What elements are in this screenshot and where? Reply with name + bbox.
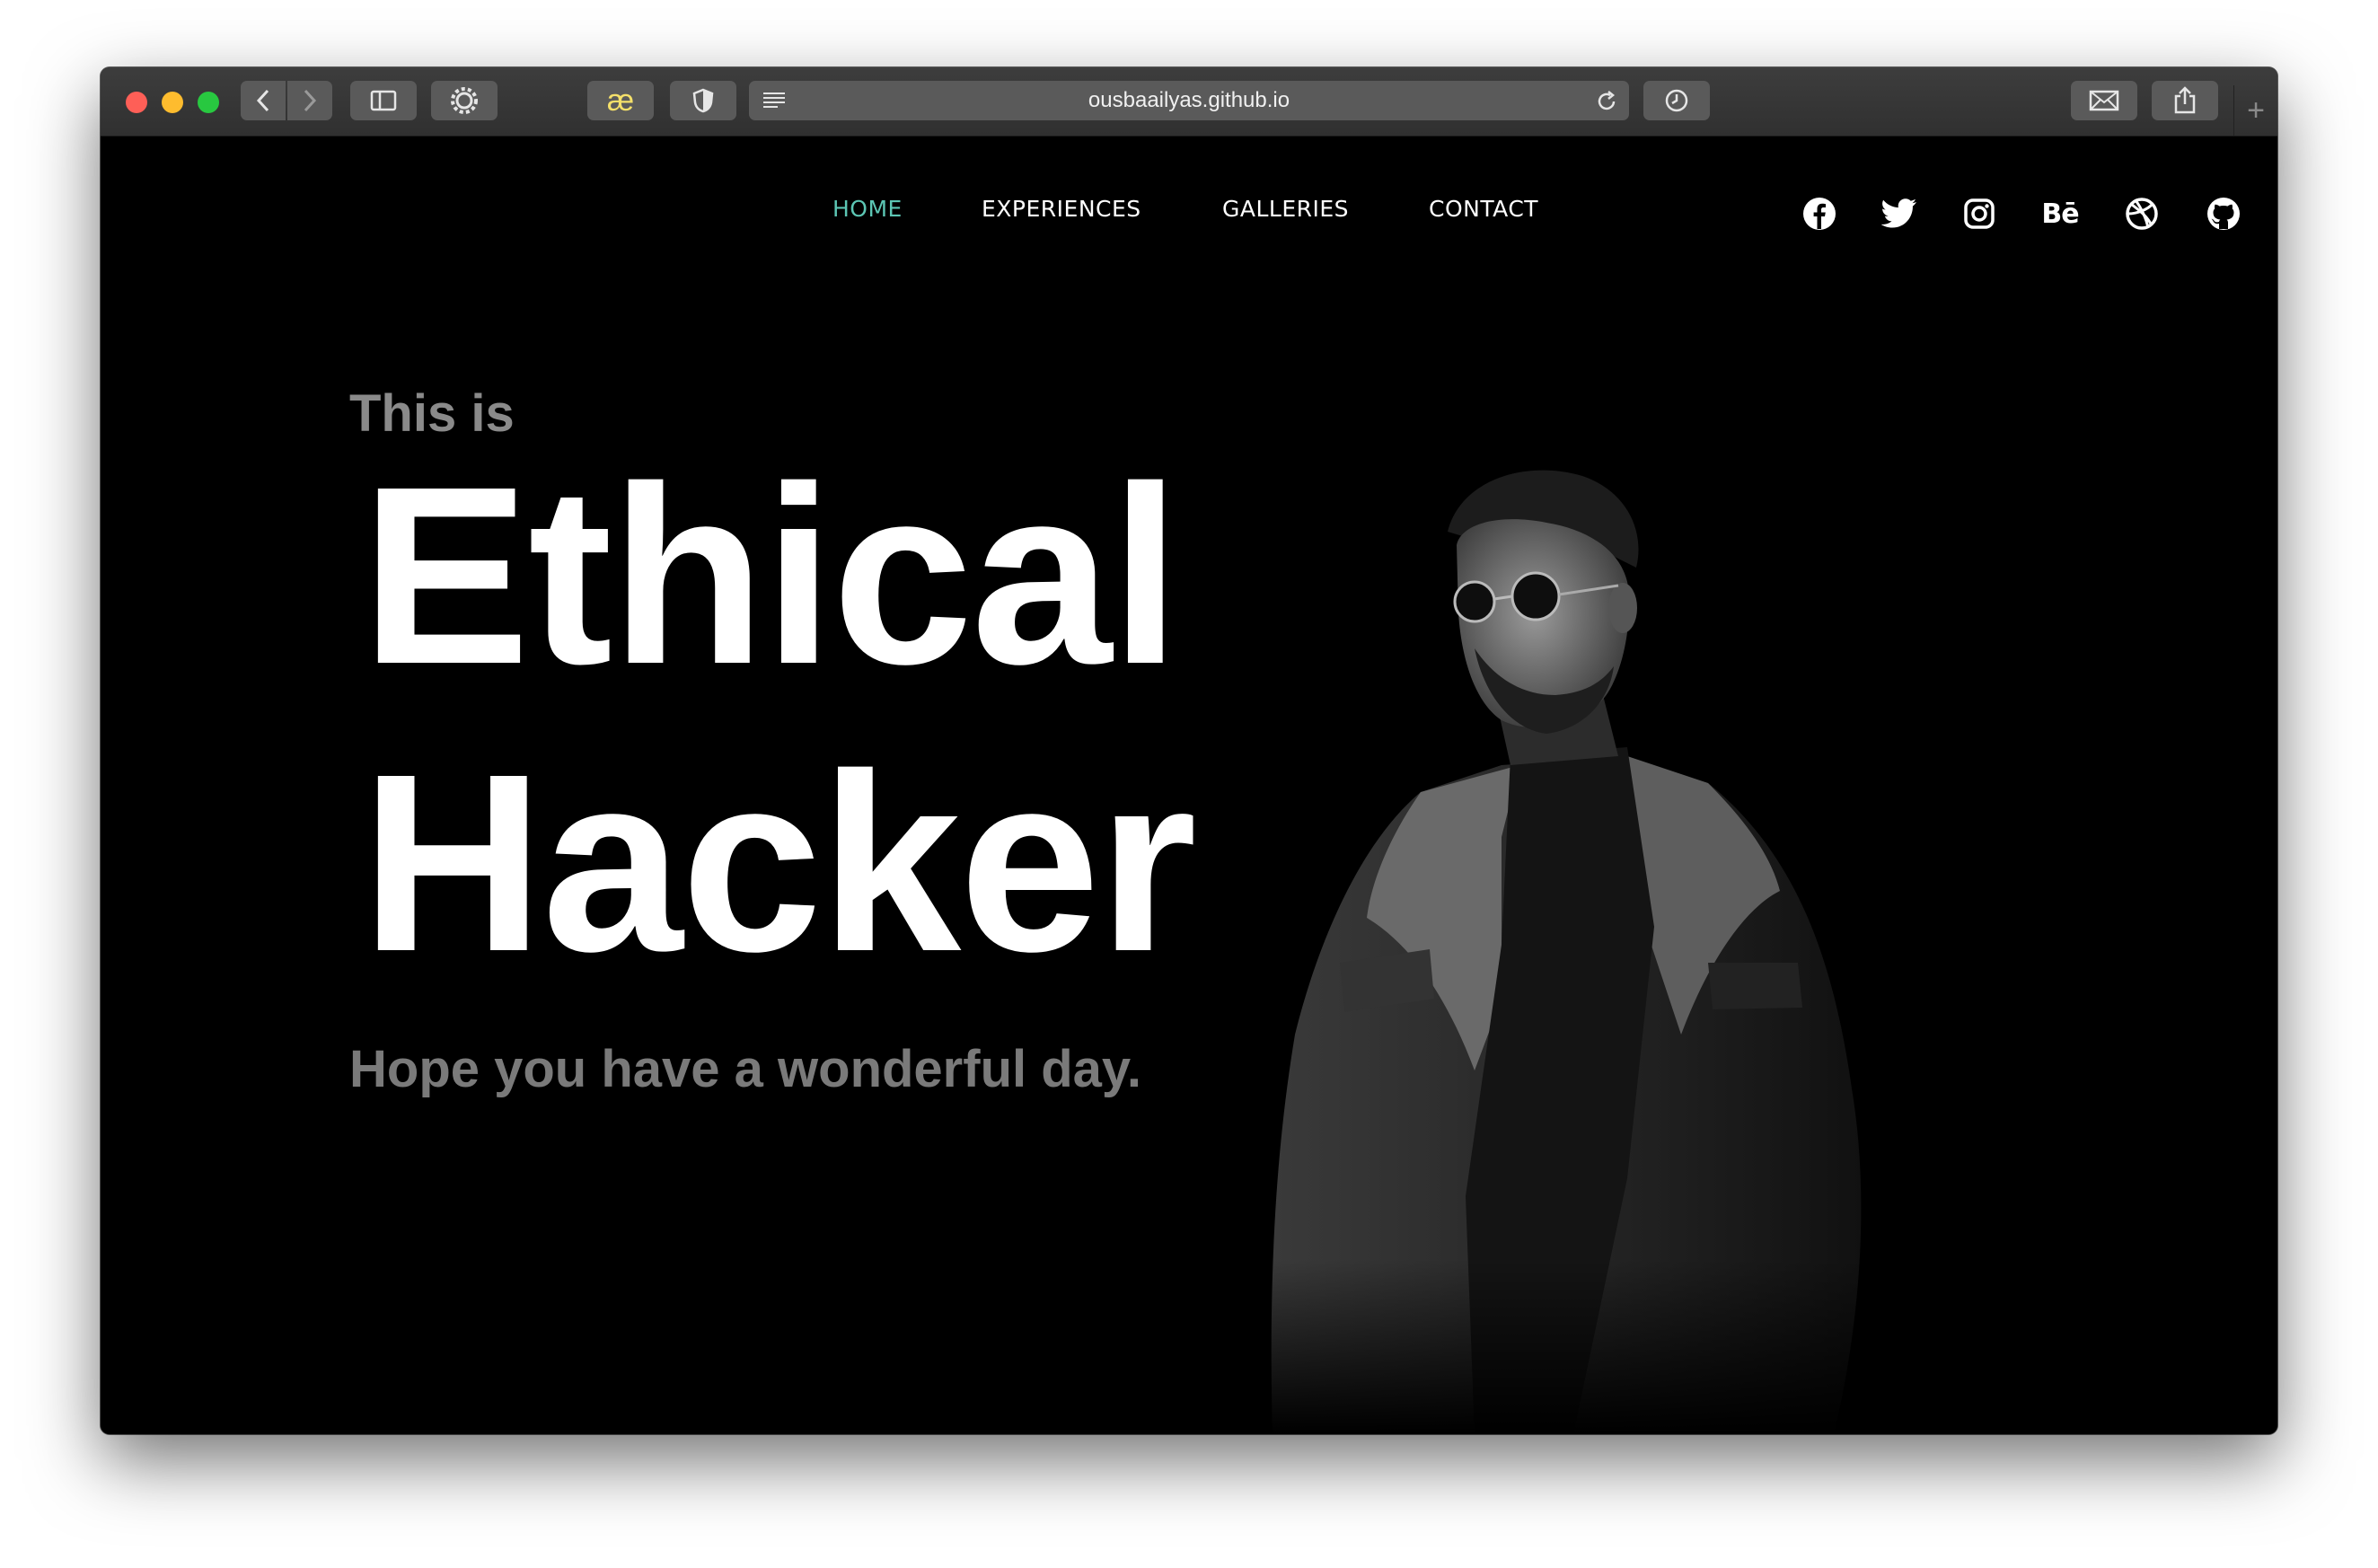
nav-experiences[interactable]: EXPERIENCES — [982, 196, 1141, 222]
hero-tagline: Hope you have a wonderful day. — [349, 1040, 1141, 1098]
url-text: ousbaailyas.github.io — [1088, 88, 1290, 112]
github-icon[interactable] — [2204, 194, 2243, 233]
envelope-icon — [2089, 90, 2119, 111]
browser-window: æ ousbaailyas.github.io + HOME EXPERIENC… — [101, 67, 2277, 1434]
behance-icon[interactable]: Bē — [2040, 194, 2080, 233]
chevron-right-icon — [304, 89, 317, 112]
page-content: HOME EXPERIENCES GALLERIES CONTACT Bē Th… — [101, 137, 2277, 1434]
gear-icon — [451, 87, 478, 114]
privacy-shield-button[interactable] — [670, 81, 736, 120]
sidebar-toggle-button[interactable] — [350, 81, 417, 120]
browser-toolbar: æ ousbaailyas.github.io + — [101, 67, 2277, 137]
nav-contact[interactable]: CONTACT — [1429, 196, 1538, 222]
behance-text: Bē — [2041, 198, 2079, 230]
extension-label: æ — [606, 83, 635, 118]
dribbble-icon[interactable] — [2122, 194, 2162, 233]
extension-button[interactable]: æ — [587, 81, 654, 120]
mail-button[interactable] — [2071, 81, 2137, 120]
hero-title-line2: Hacker — [361, 721, 1197, 1004]
reload-icon[interactable] — [1595, 90, 1618, 113]
chevron-left-icon — [256, 89, 269, 112]
hero-title-line1: Ethical — [361, 434, 1181, 717]
zoom-window-button[interactable] — [198, 92, 219, 113]
nav-galleries[interactable]: GALLERIES — [1222, 196, 1349, 222]
instagram-icon[interactable] — [1960, 194, 1999, 233]
settings-button[interactable] — [431, 81, 498, 120]
back-button[interactable] — [241, 81, 286, 120]
main-nav: HOME EXPERIENCES GALLERIES CONTACT — [101, 196, 2277, 232]
share-button[interactable] — [2152, 81, 2218, 120]
close-window-button[interactable] — [126, 92, 147, 113]
portrait-photo — [1205, 460, 1986, 1434]
clock-icon — [1665, 89, 1688, 112]
nav-home[interactable]: HOME — [832, 196, 903, 222]
share-icon — [2174, 86, 2196, 114]
shield-icon — [692, 88, 714, 113]
history-button[interactable] — [1643, 81, 1710, 120]
forward-button[interactable] — [287, 81, 332, 120]
minimize-window-button[interactable] — [162, 92, 183, 113]
address-bar[interactable]: ousbaailyas.github.io — [749, 81, 1629, 120]
twitter-icon[interactable] — [1880, 194, 1919, 233]
sidebar-icon — [370, 90, 397, 111]
new-tab-button[interactable]: + — [2233, 85, 2277, 136]
facebook-icon[interactable] — [1800, 194, 1839, 233]
